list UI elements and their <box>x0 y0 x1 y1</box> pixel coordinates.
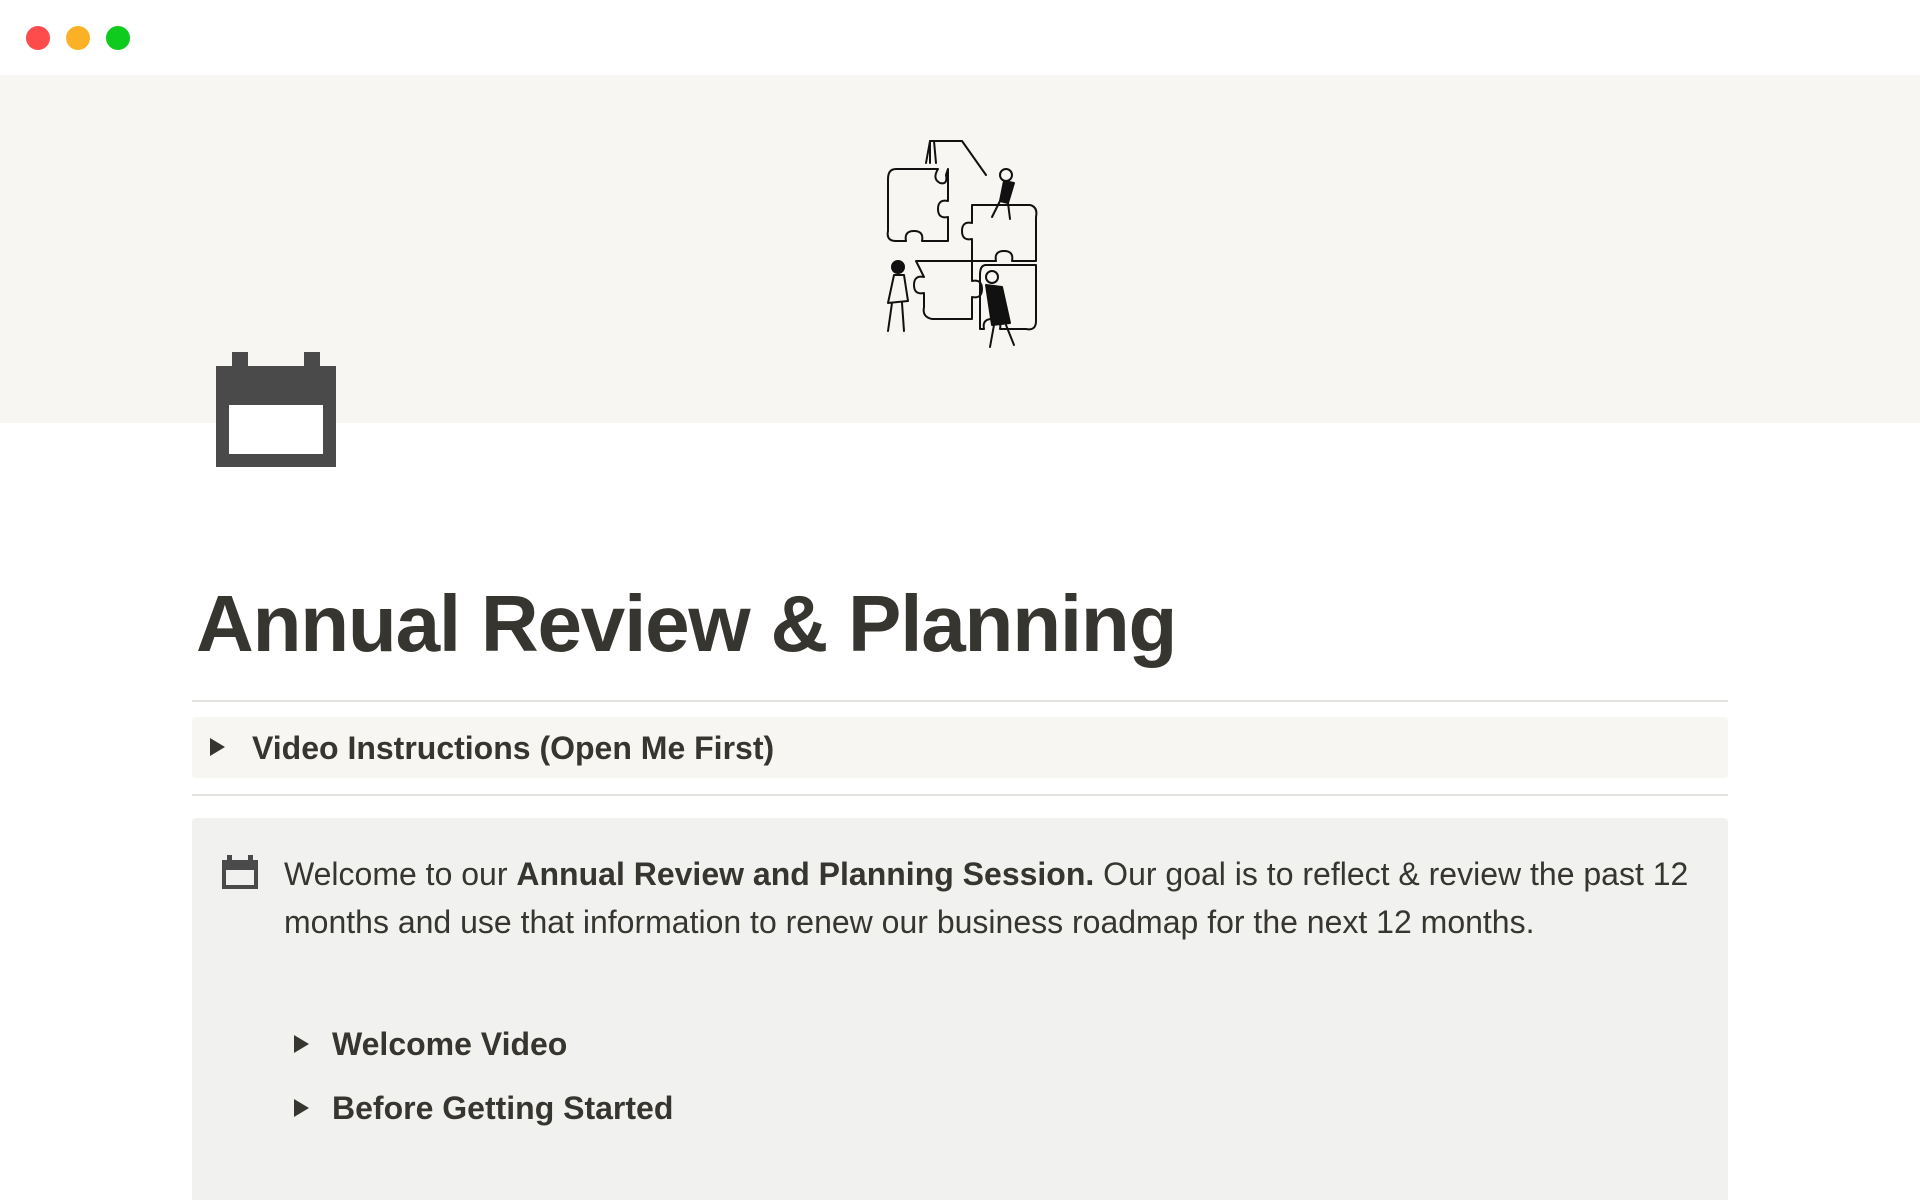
callout-bold-text: Annual Review and Planning Session. <box>516 856 1095 892</box>
callout-block: Welcome to our Annual Review and Plannin… <box>192 818 1728 1200</box>
toggle-welcome-video[interactable]: Welcome Video <box>294 1020 1094 1070</box>
callout-intro: Welcome to our <box>284 856 517 892</box>
close-window-button[interactable] <box>26 26 50 50</box>
toggle-video-instructions[interactable]: Video Instructions (Open Me First) <box>192 717 1728 778</box>
toggle-before-getting-started[interactable]: Before Getting Started <box>294 1084 1094 1134</box>
triangle-right-icon[interactable] <box>294 1035 309 1053</box>
puzzle-illustration <box>886 140 1038 348</box>
maximize-window-button[interactable] <box>106 26 130 50</box>
divider <box>192 700 1728 702</box>
calendar-icon <box>222 855 258 889</box>
toggle-label: Welcome Video <box>332 1026 568 1062</box>
triangle-right-icon[interactable] <box>294 1099 309 1117</box>
triangle-right-icon[interactable] <box>210 738 225 756</box>
minimize-window-button[interactable] <box>66 26 90 50</box>
toggle-label: Before Getting Started <box>332 1090 674 1126</box>
callout-text: Welcome to our Annual Review and Plannin… <box>284 850 1704 946</box>
calendar-icon[interactable] <box>216 352 336 467</box>
toggle-label: Video Instructions (Open Me First) <box>252 730 775 766</box>
divider <box>192 794 1728 796</box>
page-title[interactable]: Annual Review & Planning <box>196 578 1177 670</box>
window-titlebar <box>0 0 1920 75</box>
